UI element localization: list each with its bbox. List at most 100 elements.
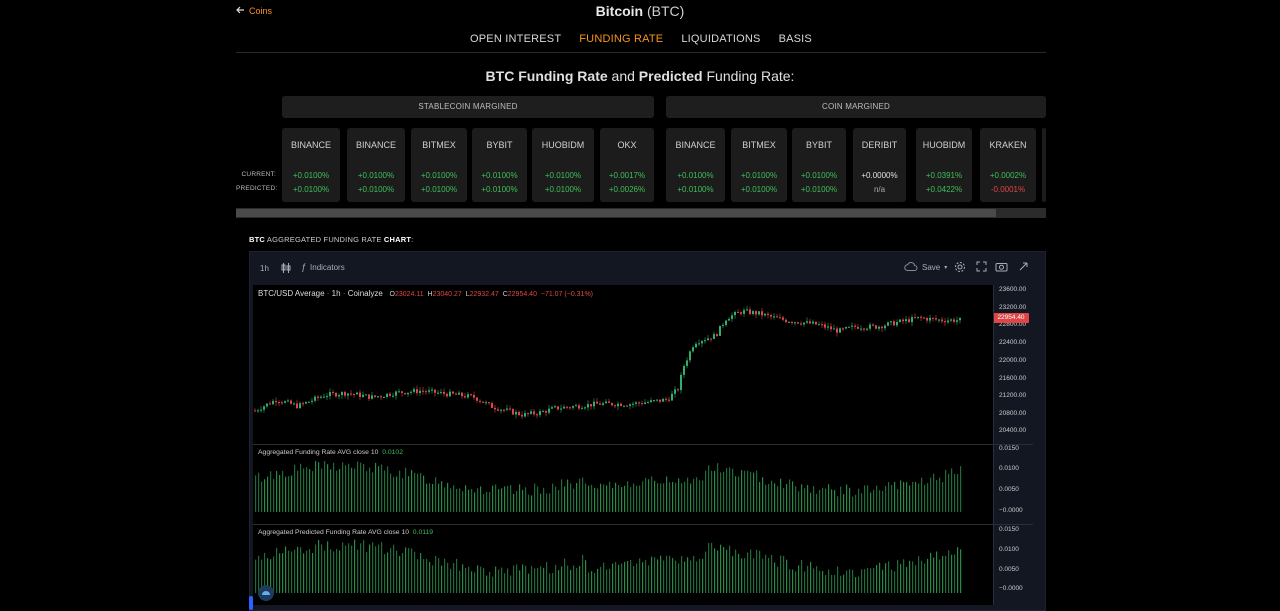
histogram-bar [612,488,614,512]
last-price-tag: 22954.40 [993,313,1029,323]
tab-liquidations[interactable]: LIQUIDATIONS [681,33,760,53]
histogram-bar [675,482,677,512]
candle-body [410,391,412,393]
histogram-bar [420,553,422,593]
histogram-bar [573,488,575,512]
candles-icon[interactable] [281,262,291,276]
indicators-button[interactable]: ƒ Indicators [301,262,345,272]
histogram-bar [681,556,683,593]
candle-body [452,391,454,394]
histogram-bar [267,476,269,512]
histogram-bar [798,565,800,593]
histogram-bar [822,487,824,512]
candle-body [413,389,415,392]
histogram-bar [864,569,866,593]
histogram-bar [426,558,428,593]
candle-body [959,317,961,321]
predicted-rate-axis[interactable]: 0.0150 0.0100 0.0050 −0.0000 [993,525,1043,605]
histogram-bar [429,562,431,593]
histogram-bar [654,557,656,593]
histogram-bar [861,493,863,512]
histogram-bar [699,559,701,593]
histogram-bar [831,489,833,512]
histogram-bar [276,471,278,512]
candle-body [917,316,919,318]
histogram-bar [402,478,404,512]
exchange-card: BITMEX +0.0100% +0.0100% [411,128,467,202]
histogram-bar [282,470,284,512]
histogram-bar [756,470,758,512]
histogram-bar [516,564,518,593]
histogram-bar [315,461,317,512]
horizontal-scrollbar[interactable] [236,208,1046,218]
candle-body [422,390,424,392]
tab-funding-rate[interactable]: FUNDING RATE [579,33,663,53]
histogram-bar [534,483,536,512]
interval-button[interactable]: 1h [260,264,269,273]
camera-icon[interactable] [995,261,1008,274]
predicted-funding-rate-pane[interactable] [253,525,993,605]
funding-rate-pane[interactable] [253,445,993,524]
histogram-bar [291,475,293,512]
histogram-bar [387,466,389,512]
histogram-bar [951,468,953,512]
candle-body [785,319,787,323]
candle-body [923,317,925,319]
publish-icon[interactable] [1018,261,1029,274]
histogram-bar [912,481,914,512]
histogram-bar [873,568,875,593]
histogram-bar [885,485,887,512]
candle-body [725,320,727,325]
price-axis[interactable]: 23600.00 23200.00 22800.00 22400.00 2200… [993,285,1043,444]
fullscreen-icon[interactable] [976,261,987,274]
histogram-bar [894,571,896,593]
histogram-bar [597,488,599,512]
histogram-bar [447,482,449,512]
save-button[interactable]: Save ▾ [904,262,947,273]
histogram-bar [543,487,545,512]
scroll-handle[interactable] [249,596,253,610]
tab-basis[interactable]: BASIS [779,33,812,53]
exchange-name: BITMEX [422,140,456,150]
histogram-bar [336,470,338,512]
histogram-bar [297,470,299,512]
histogram-bar [645,560,647,593]
price-pane[interactable] [253,285,993,444]
histogram-bar [462,564,464,593]
histogram-bar [288,476,290,512]
histogram-bar [711,542,713,593]
histogram-bar [936,551,938,593]
histogram-bar [804,488,806,512]
candle-body [398,391,400,393]
histogram-bar [591,484,593,512]
histogram-bar [483,494,485,512]
histogram-bar [462,491,464,512]
histogram-bar [585,483,587,512]
histogram-bar [921,560,923,593]
candle-body [794,322,796,324]
histogram-bar [849,569,851,593]
candle-body [341,392,343,396]
tab-open-interest[interactable]: OPEN INTEREST [470,33,561,53]
agg-label-chart: CHART [383,235,412,244]
candle-body [635,402,637,404]
histogram-bar [372,542,374,593]
candle-body [425,391,427,393]
histogram-bar [882,490,884,512]
candle-body [362,394,364,398]
histogram-bar [894,481,896,512]
heading-part-2: and [607,68,639,84]
gear-icon[interactable] [954,261,966,275]
predicted-rate: -0.0001% [990,185,1026,194]
scrollbar-thumb[interactable] [236,209,996,217]
funding-rate-axis[interactable]: 0.0150 0.0100 0.0050 −0.0000 [993,445,1043,524]
histogram-bar [300,547,302,593]
candle-body [884,325,886,329]
histogram-bar [645,477,647,512]
candle-body [290,400,292,404]
histogram-bar [780,555,782,593]
histogram-bar [882,569,884,593]
histogram-bar [840,575,842,593]
histogram-bar [750,471,752,512]
candle-body [812,321,814,324]
